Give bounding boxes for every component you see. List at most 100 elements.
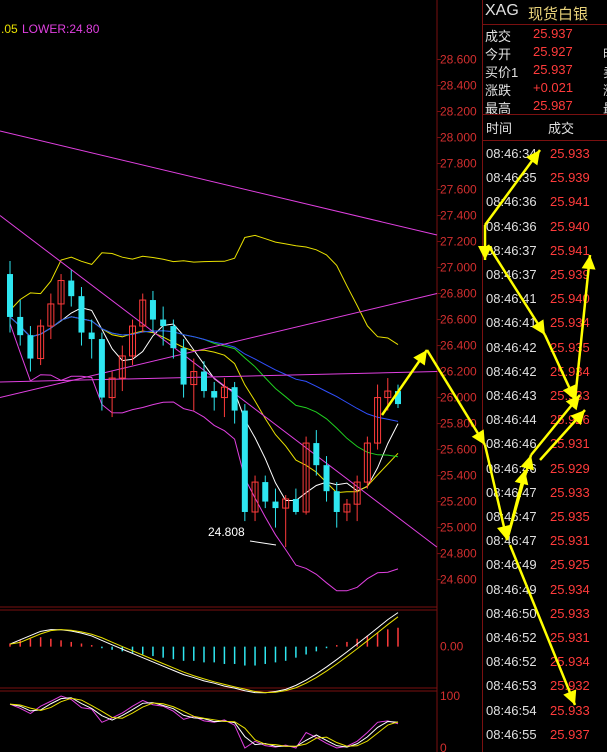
y-tick-label: 26.000: [440, 391, 477, 405]
tick-row[interactable]: 08:46:52 25.934: [483, 650, 607, 674]
tick-time: 08:46:54: [486, 702, 537, 718]
tick-price: 25.940: [550, 291, 590, 307]
instrument-name: 现货白银: [528, 6, 589, 23]
tick-time: 08:46:37: [486, 267, 537, 282]
candle: [149, 290, 156, 333]
tick-price: 25.929: [550, 460, 590, 476]
ma10-line: [9, 316, 399, 494]
tick-row[interactable]: 08:46:50 25.933: [483, 602, 607, 626]
kdj-d-line: [9, 697, 399, 747]
tick-row[interactable]: 08:46:52 25.931: [483, 626, 607, 650]
candle: [68, 270, 75, 307]
col-header-time: 时间: [486, 121, 513, 136]
tick-row[interactable]: 08:46:55 25.937: [483, 723, 607, 747]
tick-price: 25.934: [550, 315, 590, 331]
chart-frame: [0, 0, 438, 752]
candle: [37, 319, 45, 366]
trend-line: [0, 215, 438, 548]
candle: [302, 436, 310, 515]
tick-time: 08:46:36: [486, 218, 537, 234]
quote-panel: XAG 现货白银 成交 25.937 今开 25.927 明买价1 25.937 卖涨跌 +0…: [482, 0, 607, 752]
tick-row[interactable]: 08:46:35 25.939: [483, 166, 607, 190]
tick-row[interactable]: 08:46:42 25.934: [483, 360, 607, 384]
symbol-code: XAG: [485, 2, 519, 19]
tick-row[interactable]: 08:46:49 25.934: [483, 578, 607, 602]
tick-row[interactable]: 08:46:46 25.929: [483, 457, 607, 481]
tick-row[interactable]: 08:46:37 25.941: [483, 239, 607, 263]
quote-value: 25.937: [533, 62, 573, 77]
tick-price: 25.937: [550, 726, 590, 742]
quote-label: 今开: [485, 47, 512, 62]
lower-band-label: LOWER:24.80: [22, 22, 100, 36]
y-tick-label: 25.400: [440, 469, 477, 483]
tick-row[interactable]: 08:46:49 25.925: [483, 553, 607, 577]
tick-time: 08:46:46: [486, 436, 537, 452]
tick-row[interactable]: 08:46:44 25.926: [483, 408, 607, 432]
tick-row[interactable]: 08:46:36 25.940: [483, 215, 607, 239]
tick-time: 08:46:49: [486, 581, 537, 597]
tick-row[interactable]: 08:46:43 25.933: [483, 384, 607, 408]
candle: [47, 293, 55, 340]
tick-row[interactable]: 08:46:47 25.931: [483, 529, 607, 553]
tick-time: 08:46:53: [486, 678, 537, 694]
quote-label: 买价1: [485, 65, 519, 80]
tick-price: 25.933: [550, 388, 590, 403]
annotation-leader: [249, 540, 277, 546]
tick-price: 25.931: [550, 533, 590, 549]
tick-price: 25.935: [550, 339, 590, 355]
tick-price: 25.934: [550, 363, 590, 379]
quote-label: 成交: [485, 29, 512, 44]
tick-row[interactable]: 08:46:34 25.933: [483, 142, 607, 166]
candle: [27, 326, 34, 372]
tick-row[interactable]: 08:46:47 25.933: [483, 481, 607, 505]
candle: [343, 498, 351, 522]
candle: [384, 378, 392, 411]
quote-row: 今开 25.927 明: [485, 44, 607, 63]
quote-divider: [483, 114, 607, 115]
tick-time: 08:46:37: [486, 242, 537, 258]
candle: [139, 293, 147, 333]
tick-time: 08:46:43: [486, 388, 537, 403]
y-tick-label: 26.400: [440, 339, 477, 353]
quote-row: 涨跌 +0.021 涨: [485, 80, 607, 99]
indicator-lines: [0, 130, 438, 592]
tick-row[interactable]: 08:46:42 25.935: [483, 336, 607, 360]
tick-row[interactable]: 08:46:54 25.933: [483, 699, 607, 723]
chart-area: 28.600 28.400 28.200 28.000 27.800 27.600 27.4…: [0, 0, 477, 752]
quote-value: 25.987: [533, 98, 573, 113]
tick-row[interactable]: 08:46:41 25.934: [483, 311, 607, 335]
tick-time: 08:46:47: [486, 484, 537, 500]
y-tick-label: 27.400: [440, 209, 477, 223]
tick-row[interactable]: 08:46:41 25.940: [483, 287, 607, 311]
tick-row[interactable]: 08:46:36 25.941: [483, 190, 607, 214]
trend-line: [0, 130, 438, 236]
candle: [251, 475, 259, 522]
candle: [17, 300, 24, 346]
tick-row[interactable]: 08:46:46 25.931: [483, 432, 607, 456]
candle: [272, 488, 279, 528]
candle: [282, 495, 290, 548]
tick-time: 08:46:44: [486, 412, 537, 428]
tick-row[interactable]: 08:46:53 25.932: [483, 674, 607, 698]
quote-extra: 明: [603, 44, 607, 63]
tick-price: 25.940: [550, 218, 590, 234]
tick-time: 08:46:34: [486, 146, 537, 161]
header-divider: [483, 24, 607, 25]
tick-price: 25.934: [550, 581, 590, 597]
kdj-k-line: [9, 697, 399, 748]
quote-value: 25.927: [533, 44, 573, 59]
tick-time: 08:46:42: [486, 339, 537, 355]
candle: [88, 319, 95, 359]
quote-value: +0.021: [533, 80, 574, 95]
tick-time: 08:46:42: [486, 363, 537, 379]
tick-time: 08:46:41: [486, 315, 537, 331]
tick-row[interactable]: 08:46:37 25.939: [483, 263, 607, 287]
candle: [363, 436, 371, 489]
tick-row[interactable]: 08:46:47 25.935: [483, 505, 607, 529]
y-tick-label: 25.800: [440, 417, 477, 431]
y-tick-label: 28.000: [440, 131, 477, 145]
candle: [170, 319, 177, 359]
candle: [7, 261, 13, 333]
ma5-line: [9, 307, 399, 501]
tick-time: 08:46:47: [486, 533, 537, 549]
